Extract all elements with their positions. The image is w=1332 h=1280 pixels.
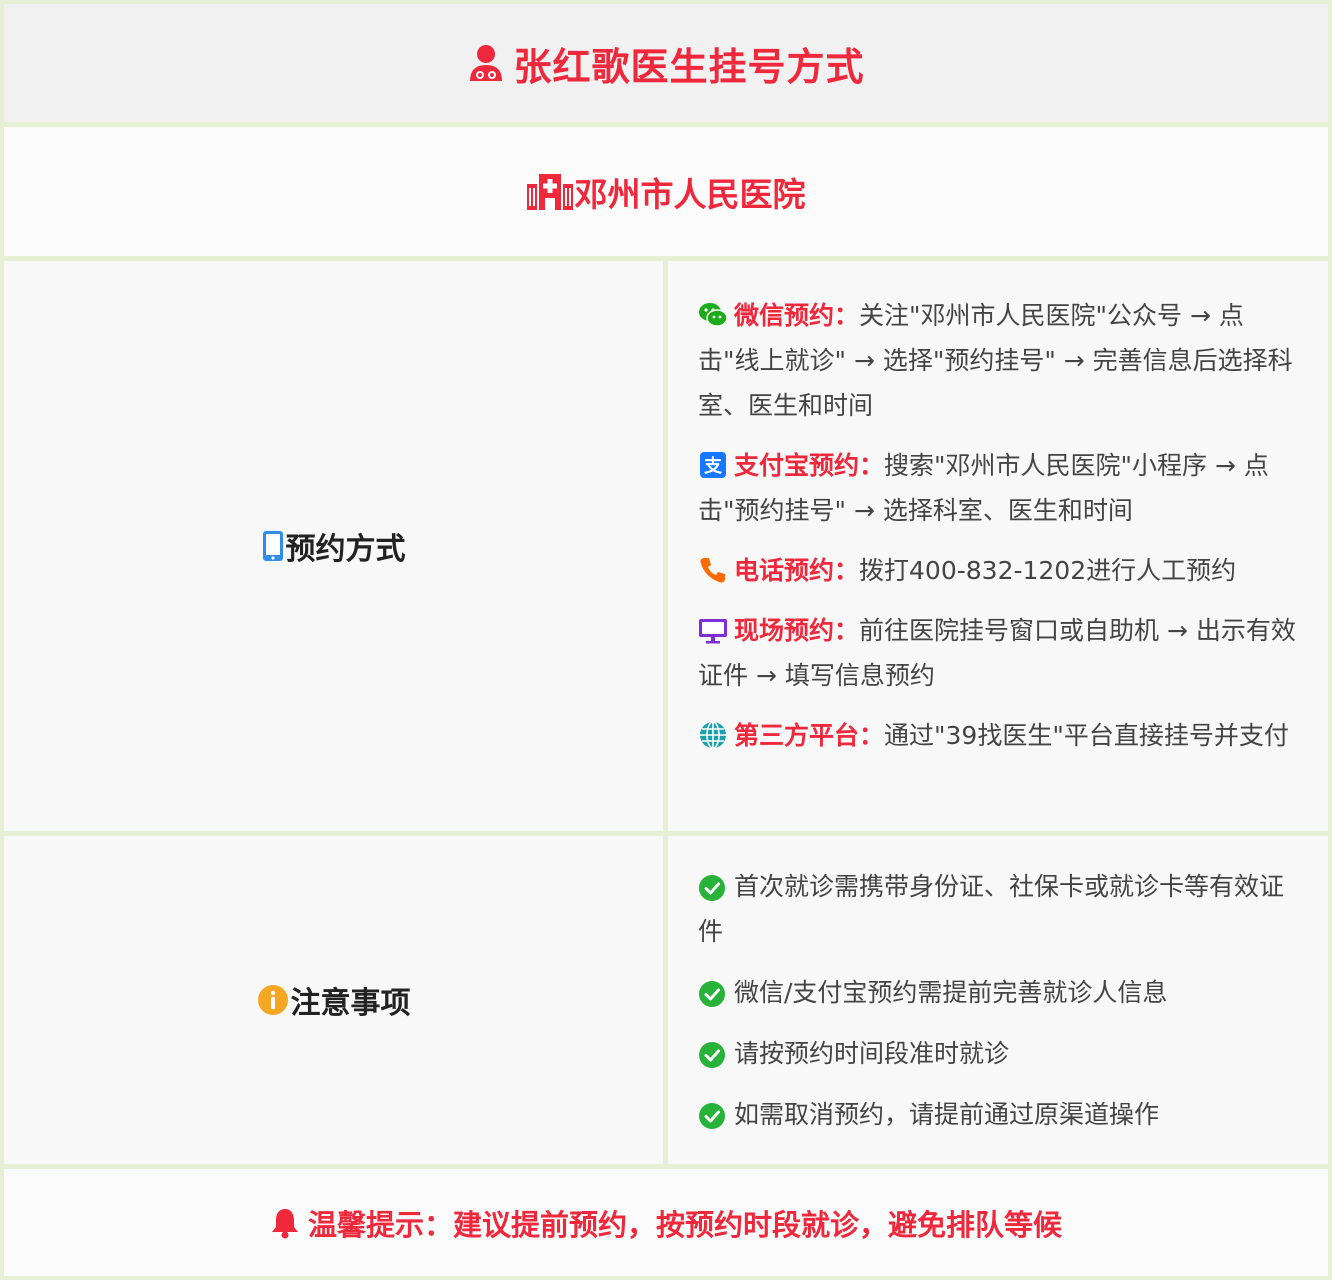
bell-icon: [271, 1208, 298, 1238]
method-thirdparty-name: 第三方平台：: [734, 721, 885, 750]
tip-row: 温馨提示：建议提前预约，按预约时段就诊，避免排队等候: [4, 1169, 1328, 1276]
tip-text: 温馨提示：建议提前预约，按预约时段就诊，避免排队等候: [307, 1207, 1062, 1242]
hospital-icon: [526, 173, 573, 210]
note-text: 微信/支付宝预约需提前完善就诊人信息: [734, 978, 1168, 1007]
booking-label-cell: 预约方式: [4, 261, 663, 831]
note-item: 首次就诊需携带身份证、社保卡或就诊卡等有效证件: [698, 864, 1298, 954]
hospital-row: 邓州市人民医院: [4, 127, 1328, 256]
notes-label-cell: 注意事项: [4, 836, 663, 1164]
notes-cell: 首次就诊需携带身份证、社保卡或就诊卡等有效证件 微信/支付宝预约需提前完善就诊人…: [668, 836, 1328, 1164]
mobile-phone-icon: [262, 531, 283, 561]
method-onsite-name: 现场预约：: [734, 616, 860, 645]
check-circle-icon: [699, 1042, 725, 1068]
note-text: 请按预约时间段准时就诊: [734, 1039, 1010, 1068]
method-wechat-name: 微信预约：: [734, 301, 860, 330]
booking-label: 预约方式: [285, 532, 406, 567]
phone-icon: [700, 558, 725, 583]
note-item: 如需取消预约，请提前通过原渠道操作: [698, 1092, 1298, 1137]
method-alipay: 支 支付宝预约：搜索"邓州市人民医院"小程序 → 点击"预约挂号" → 选择科室…: [698, 443, 1298, 533]
info-icon: [257, 985, 288, 1015]
check-circle-icon: [699, 981, 725, 1007]
title-row: 张红歌医生挂号方式: [4, 4, 1328, 122]
note-text: 首次就诊需携带身份证、社保卡或就诊卡等有效证件: [698, 872, 1285, 946]
alipay-icon: 支: [700, 452, 726, 478]
hospital-name: 邓州市人民医院: [574, 174, 806, 214]
method-onsite: 现场预约：前往医院挂号窗口或自助机 → 出示有效证件 → 填写信息预约: [698, 608, 1298, 698]
page-frame: 张红歌医生挂号方式 邓州市人民医院 预约方式 微信预约：关注"邓州市人民医院"公…: [0, 0, 1332, 1280]
svg-text:支: 支: [703, 455, 723, 477]
globe-icon: [700, 721, 726, 749]
booking-methods-cell: 微信预约：关注"邓州市人民医院"公众号 → 点击"线上就诊" → 选择"预约挂号…: [668, 261, 1328, 831]
notes-list: 首次就诊需携带身份证、社保卡或就诊卡等有效证件 微信/支付宝预约需提前完善就诊人…: [698, 864, 1298, 1153]
wechat-icon: [699, 303, 728, 327]
monitor-icon: [699, 619, 727, 644]
method-alipay-name: 支付宝预约：: [734, 451, 885, 480]
page-title: 张红歌医生挂号方式: [513, 44, 865, 89]
note-item: 请按预约时间段准时就诊: [698, 1031, 1298, 1076]
notes-label: 注意事项: [290, 986, 411, 1021]
booking-methods-list: 微信预约：关注"邓州市人民医院"公众号 → 点击"线上就诊" → 选择"预约挂号…: [698, 293, 1298, 773]
doctor-icon: [470, 45, 503, 81]
method-phone: 电话预约：拨打400-832-1202进行人工预约: [698, 548, 1298, 593]
method-phone-text: 拨打400-832-1202进行人工预约: [859, 556, 1237, 585]
note-text: 如需取消预约，请提前通过原渠道操作: [734, 1100, 1160, 1129]
check-circle-icon: [699, 875, 725, 901]
method-phone-name: 电话预约：: [734, 556, 860, 585]
method-thirdparty-text: 通过"39找医生"平台直接挂号并支付: [884, 721, 1289, 750]
method-wechat: 微信预约：关注"邓州市人民医院"公众号 → 点击"线上就诊" → 选择"预约挂号…: [698, 293, 1298, 428]
method-thirdparty: 第三方平台：通过"39找医生"平台直接挂号并支付: [698, 713, 1298, 758]
note-item: 微信/支付宝预约需提前完善就诊人信息: [698, 970, 1298, 1015]
check-circle-icon: [699, 1103, 725, 1129]
